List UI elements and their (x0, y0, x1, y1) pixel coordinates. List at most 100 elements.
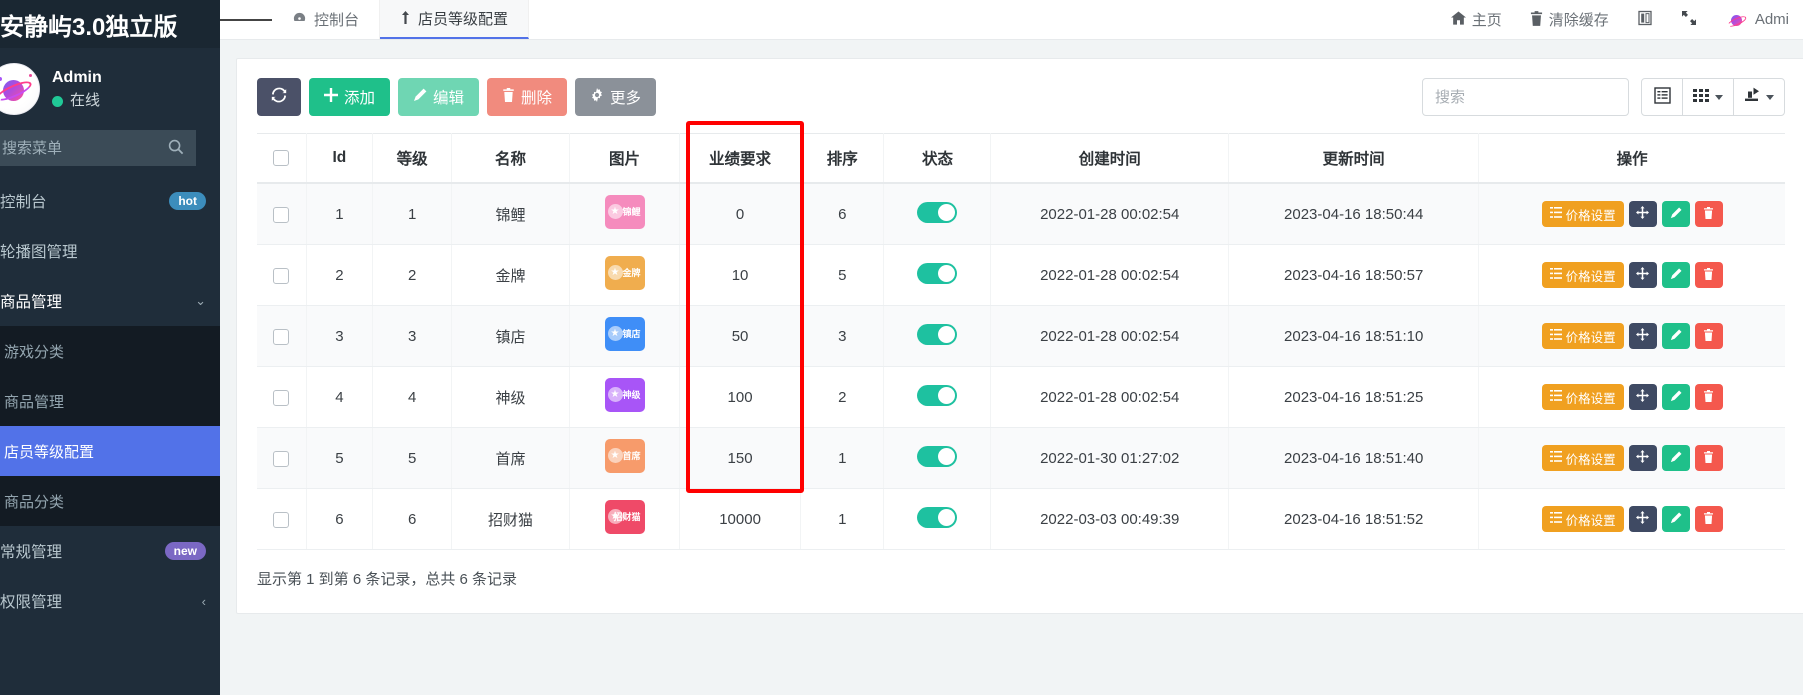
cell-sort: 1 (801, 428, 884, 489)
fullscreen-button[interactable] (1667, 0, 1711, 40)
price-settings-button[interactable]: 价格设置 (1542, 323, 1624, 349)
fullscreen-icon (1681, 10, 1697, 29)
table-row[interactable]: 33镇店★镇店5032022-01-28 00:02:542023-04-16 … (257, 306, 1785, 367)
edit-row-button[interactable] (1662, 506, 1690, 532)
home-button[interactable]: 主页 (1437, 0, 1516, 40)
more-button[interactable]: 更多 (575, 78, 656, 116)
col-created-time[interactable]: 创建时间 (991, 134, 1229, 184)
tab-console[interactable]: 控制台 (272, 0, 380, 39)
delete-row-button[interactable] (1695, 323, 1723, 349)
hamburger-icon[interactable] (220, 0, 272, 39)
move-arrows-icon (1636, 206, 1649, 222)
cell-image: ★金牌 (569, 245, 679, 306)
row-checkbox[interactable] (273, 268, 289, 284)
price-settings-button[interactable]: 价格设置 (1542, 262, 1624, 288)
sidebar-search[interactable] (0, 130, 196, 166)
select-all-checkbox[interactable] (273, 150, 289, 166)
cell-created-time: 2022-01-28 00:02:54 (991, 183, 1229, 245)
status-toggle[interactable] (917, 446, 957, 467)
col-status[interactable]: 状态 (884, 134, 991, 184)
edit-button[interactable]: 编辑 (398, 78, 479, 116)
table-row[interactable]: 44神级★神级10022022-01-28 00:02:542023-04-16… (257, 367, 1785, 428)
status-toggle[interactable] (917, 202, 957, 223)
price-settings-button[interactable]: 价格设置 (1542, 201, 1624, 227)
edit-row-button[interactable] (1662, 323, 1690, 349)
sidebar-item-label: 商品管理 (0, 290, 187, 312)
cell-actions: 价格设置 (1479, 489, 1785, 550)
edit-row-button[interactable] (1662, 445, 1690, 471)
cell-actions: 价格设置 (1479, 367, 1785, 428)
row-select-cell (257, 367, 306, 428)
clear-cache-button[interactable]: 清除缓存 (1516, 0, 1623, 40)
edit-row-button[interactable] (1662, 384, 1690, 410)
more-label: 更多 (610, 86, 641, 108)
sidebar-item-clerk-level-config[interactable]: 店员等级配置 (0, 426, 220, 476)
table-row[interactable]: 66招财猫★招财猫1000012022-03-03 00:49:392023-0… (257, 489, 1785, 550)
col-level[interactable]: 等级 (373, 134, 452, 184)
col-name[interactable]: 名称 (452, 134, 570, 184)
col-updated-time[interactable]: 更新时间 (1229, 134, 1479, 184)
level-badge-icon: ★首席 (605, 439, 645, 473)
move-arrows-icon (1636, 267, 1649, 283)
add-button[interactable]: 添加 (309, 78, 390, 116)
sidebar-item-goods-sub[interactable]: 商品管理 (0, 376, 220, 426)
table-row[interactable]: 22金牌★金牌1052022-01-28 00:02:542023-04-16 … (257, 245, 1785, 306)
user-panel: Admin 在线 (0, 48, 220, 130)
col-sort[interactable]: 排序 (801, 134, 884, 184)
delete-row-button[interactable] (1695, 201, 1723, 227)
tab-clerk-level-config[interactable]: 店员等级配置 (380, 0, 529, 39)
columns-button[interactable] (1682, 78, 1734, 116)
delete-button[interactable]: 删除 (487, 78, 567, 116)
sidebar-item-goods-classification[interactable]: 商品分类 (0, 476, 220, 526)
table-row[interactable]: 55首席★首席15012022-01-30 01:27:022023-04-16… (257, 428, 1785, 489)
move-button[interactable] (1629, 262, 1657, 288)
status-toggle[interactable] (917, 385, 957, 406)
theme-button[interactable] (1623, 0, 1667, 40)
row-checkbox[interactable] (273, 512, 289, 528)
move-button[interactable] (1629, 445, 1657, 471)
edit-row-button[interactable] (1662, 262, 1690, 288)
edit-row-button[interactable] (1662, 201, 1690, 227)
sidebar-item-console[interactable]: 控制台 hot (0, 176, 220, 226)
delete-row-button[interactable] (1695, 384, 1723, 410)
search-input[interactable] (1422, 78, 1629, 116)
status-toggle[interactable] (917, 263, 957, 284)
move-button[interactable] (1629, 506, 1657, 532)
status-toggle[interactable] (917, 507, 957, 528)
price-settings-button[interactable]: 价格设置 (1542, 445, 1624, 471)
cell-created-time: 2022-01-28 00:02:54 (991, 306, 1229, 367)
user-menu[interactable]: Admi (1711, 0, 1803, 40)
status-toggle[interactable] (917, 324, 957, 345)
export-button[interactable] (1733, 78, 1785, 116)
sidebar-search-input[interactable] (0, 139, 184, 158)
sidebar-item-carousel[interactable]: 轮播图管理 (0, 226, 220, 276)
list-view-button[interactable] (1641, 78, 1683, 116)
sidebar-item-general-management[interactable]: 常规管理 new (0, 526, 220, 576)
cell-updated-time: 2023-04-16 18:51:25 (1229, 367, 1479, 428)
price-settings-button[interactable]: 价格设置 (1542, 384, 1624, 410)
sidebar-item-permission-management[interactable]: 权限管理 ‹ (0, 576, 220, 626)
delete-row-button[interactable] (1695, 506, 1723, 532)
row-checkbox[interactable] (273, 329, 289, 345)
row-select-cell (257, 306, 306, 367)
star-icon: ★ (608, 448, 623, 463)
delete-row-button[interactable] (1695, 262, 1723, 288)
move-button[interactable] (1629, 384, 1657, 410)
row-checkbox[interactable] (273, 207, 289, 223)
sidebar-item-game-category[interactable]: 游戏分类 (0, 326, 220, 376)
col-id[interactable]: Id (306, 134, 372, 184)
table-row[interactable]: 11锦鲤★锦鲤062022-01-28 00:02:542023-04-16 1… (257, 183, 1785, 245)
move-button[interactable] (1629, 201, 1657, 227)
col-performance-requirement[interactable]: 业绩要求 (680, 134, 801, 184)
refresh-button[interactable] (257, 78, 301, 116)
refresh-icon (271, 87, 287, 108)
sidebar-item-goods-management[interactable]: 商品管理 ⌄ (0, 276, 220, 326)
delete-row-button[interactable] (1695, 445, 1723, 471)
row-checkbox[interactable] (273, 451, 289, 467)
row-checkbox[interactable] (273, 390, 289, 406)
move-button[interactable] (1629, 323, 1657, 349)
price-settings-button[interactable]: 价格设置 (1542, 506, 1624, 532)
col-image[interactable]: 图片 (569, 134, 679, 184)
online-dot-icon (52, 96, 63, 107)
tab-label: 控制台 (314, 9, 359, 30)
